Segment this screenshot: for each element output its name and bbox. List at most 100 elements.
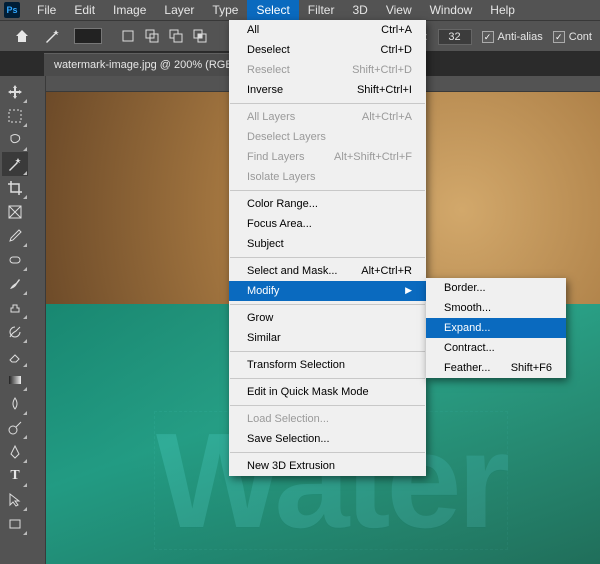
submenu-item-expand[interactable]: Expand... (426, 318, 566, 338)
menu-item-focus-area[interactable]: Focus Area... (229, 214, 426, 234)
subtract-selection-icon[interactable] (166, 26, 186, 46)
menu-item-label: New 3D Extrusion (247, 460, 335, 472)
submenu-item-smooth[interactable]: Smooth... (426, 298, 566, 318)
menu-item-label: Feather... (444, 362, 490, 374)
menu-item-label: Deselect (247, 44, 290, 56)
menu-item-label: Select and Mask... (247, 265, 338, 277)
contiguous-checkbox[interactable]: ✓ Cont (553, 31, 592, 43)
submenu-item-contract[interactable]: Contract... (426, 338, 566, 358)
submenu-item-feather[interactable]: Feather... Shift+F6 (426, 358, 566, 378)
menu-item-label: Grow (247, 312, 273, 324)
menu-filter[interactable]: Filter (299, 0, 344, 20)
eraser-tool-icon[interactable] (2, 344, 28, 368)
menu-item-inverse[interactable]: InverseShift+Ctrl+I (229, 80, 426, 100)
menu-image[interactable]: Image (104, 0, 155, 20)
blur-tool-icon[interactable] (2, 392, 28, 416)
menu-item-shortcut: Shift+Ctrl+D (352, 64, 412, 76)
menu-3d[interactable]: 3D (343, 0, 376, 20)
magic-wand-tool-icon[interactable] (2, 152, 28, 176)
menu-separator (230, 304, 425, 305)
menu-item-label: Transform Selection (247, 359, 345, 371)
pen-tool-icon[interactable] (2, 440, 28, 464)
menu-item-label: Expand... (444, 322, 490, 334)
submenu-item-border[interactable]: Border... (426, 278, 566, 298)
chevron-right-icon: ▶ (405, 285, 412, 297)
menu-item-shortcut: Alt+Ctrl+A (362, 111, 412, 123)
menu-item-color-range[interactable]: Color Range... (229, 194, 426, 214)
menu-item-shortcut: Alt+Shift+Ctrl+F (334, 151, 412, 163)
menu-item-grow[interactable]: Grow (229, 308, 426, 328)
gradient-tool-icon[interactable] (2, 368, 28, 392)
checkbox-check-icon: ✓ (482, 31, 494, 43)
menu-item-similar[interactable]: Similar (229, 328, 426, 348)
menu-item-label: Contract... (444, 342, 495, 354)
menu-item-find-layers: Find Layers Alt+Shift+Ctrl+F (229, 147, 426, 167)
clone-stamp-tool-icon[interactable] (2, 296, 28, 320)
menu-item-label: Subject (247, 238, 284, 250)
frame-tool-icon[interactable] (2, 200, 28, 224)
crop-tool-icon[interactable] (2, 176, 28, 200)
tolerance-input[interactable]: 32 (438, 29, 472, 45)
menu-help[interactable]: Help (481, 0, 524, 20)
menu-item-label: All Layers (247, 111, 295, 123)
brush-tool-icon[interactable] (2, 272, 28, 296)
history-brush-tool-icon[interactable] (2, 320, 28, 344)
checkbox-check-icon: ✓ (553, 31, 565, 43)
menu-item-deselect[interactable]: DeselectCtrl+D (229, 40, 426, 60)
menu-item-select-and-mask[interactable]: Select and Mask... Alt+Ctrl+R (229, 261, 426, 281)
healing-brush-tool-icon[interactable] (2, 248, 28, 272)
intersect-selection-icon[interactable] (190, 26, 210, 46)
menu-select[interactable]: Select (247, 0, 298, 20)
menu-item-deselect-layers: Deselect Layers (229, 127, 426, 147)
ruler-vertical (30, 76, 46, 564)
menu-item-shortcut: Ctrl+A (381, 24, 412, 36)
sample-swatch[interactable] (74, 28, 102, 44)
type-tool-icon[interactable]: T (2, 464, 28, 488)
add-selection-icon[interactable] (142, 26, 162, 46)
tool-panel: T (0, 76, 30, 564)
menu-view[interactable]: View (377, 0, 421, 20)
menu-item-save-selection[interactable]: Save Selection... (229, 429, 426, 449)
menu-separator (230, 190, 425, 191)
menu-item-label: Save Selection... (247, 433, 330, 445)
contiguous-label: Cont (569, 31, 592, 43)
menu-item-subject[interactable]: Subject (229, 234, 426, 254)
menu-separator (230, 378, 425, 379)
menu-item-label: Smooth... (444, 302, 491, 314)
menu-item-label: Reselect (247, 64, 290, 76)
modify-submenu: Border... Smooth... Expand... Contract... Fe… (426, 278, 566, 378)
dodge-tool-icon[interactable] (2, 416, 28, 440)
menu-item-label: Find Layers (247, 151, 304, 163)
menu-layer[interactable]: Layer (155, 0, 203, 20)
magic-wand-tool-icon[interactable] (40, 24, 64, 48)
menu-file[interactable]: File (28, 0, 65, 20)
anti-alias-checkbox[interactable]: ✓ Anti-alias (482, 31, 543, 43)
menu-item-reselect: Reselect Shift+Ctrl+D (229, 60, 426, 80)
menu-item-edit-in-quick-mask-mode[interactable]: Edit in Quick Mask Mode (229, 382, 426, 402)
menu-item-label: Focus Area... (247, 218, 312, 230)
menu-edit[interactable]: Edit (65, 0, 104, 20)
menu-item-new-3d-extrusion[interactable]: New 3D Extrusion (229, 456, 426, 476)
menu-item-label: Inverse (247, 84, 283, 96)
lasso-tool-icon[interactable] (2, 128, 28, 152)
menu-item-transform-selection[interactable]: Transform Selection (229, 355, 426, 375)
menu-item-shortcut: Alt+Ctrl+R (361, 265, 412, 277)
rectangle-tool-icon[interactable] (2, 512, 28, 536)
marquee-tool-icon[interactable] (2, 104, 28, 128)
menu-item-modify[interactable]: Modify▶ (229, 281, 426, 301)
menu-item-shortcut: Shift+F6 (511, 362, 552, 374)
path-selection-tool-icon[interactable] (2, 488, 28, 512)
home-icon[interactable] (10, 24, 34, 48)
menu-item-isolate-layers: Isolate Layers (229, 167, 426, 187)
menu-separator (230, 257, 425, 258)
menu-item-label: Color Range... (247, 198, 318, 210)
eyedropper-tool-icon[interactable] (2, 224, 28, 248)
menu-item-label: Edit in Quick Mask Mode (247, 386, 369, 398)
menu-item-all[interactable]: AllCtrl+A (229, 20, 426, 40)
menu-window[interactable]: Window (421, 0, 482, 20)
menu-item-label: Deselect Layers (247, 131, 326, 143)
new-selection-icon[interactable] (118, 26, 138, 46)
menu-type[interactable]: Type (203, 0, 247, 20)
menu-bar: Ps FileEditImageLayerTypeSelectFilter3DV… (0, 0, 600, 20)
move-tool-icon[interactable] (2, 80, 28, 104)
